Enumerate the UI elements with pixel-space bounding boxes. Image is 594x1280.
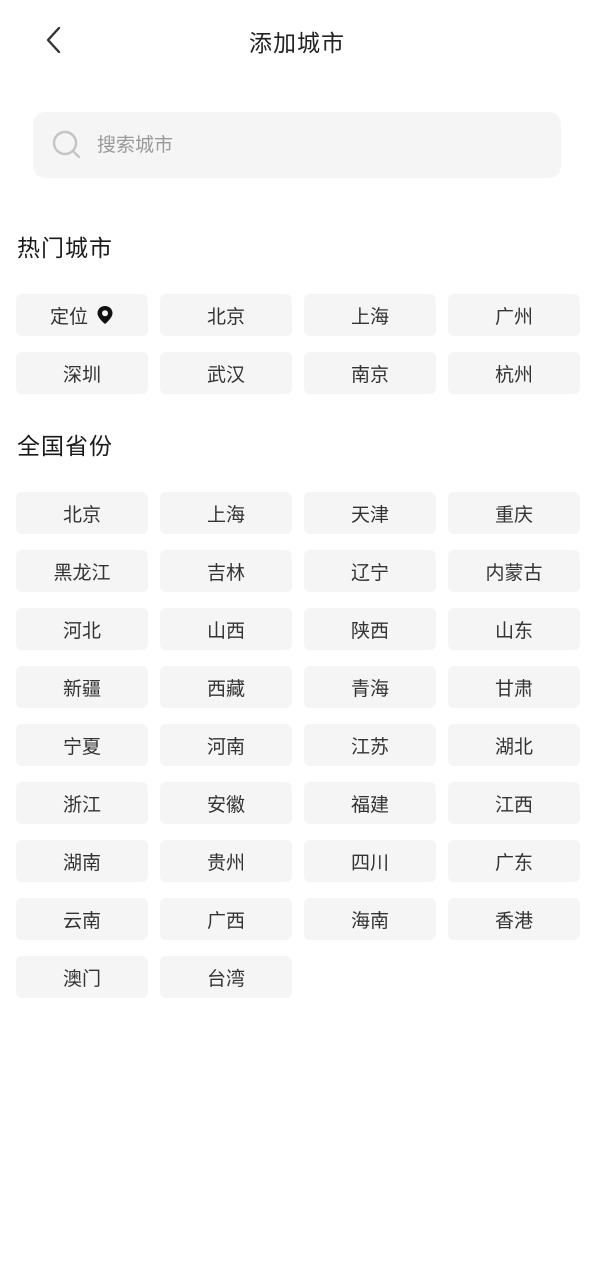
province-button[interactable]: 云南	[16, 898, 148, 940]
province-button[interactable]: 上海	[160, 492, 292, 534]
province-button[interactable]: 河北	[16, 608, 148, 650]
province-button[interactable]: 北京	[16, 492, 148, 534]
province-button[interactable]: 江西	[448, 782, 580, 824]
hot-city-button[interactable]: 深圳	[16, 352, 148, 394]
hot-cities-title: 热门城市	[17, 236, 113, 262]
hot-cities-grid: 定位 北京 上海 广州深圳 武汉 南京 杭州	[16, 294, 582, 394]
search-bar[interactable]	[33, 112, 561, 178]
province-button[interactable]: 陕西	[304, 608, 436, 650]
page-title: 添加城市	[249, 31, 345, 57]
provinces-title: 全国省份	[17, 434, 113, 460]
hot-city-button[interactable]: 广州	[448, 294, 580, 336]
province-button[interactable]: 湖北	[448, 724, 580, 766]
province-button[interactable]: 安徽	[160, 782, 292, 824]
province-button[interactable]: 黑龙江	[16, 550, 148, 592]
location-button[interactable]: 定位	[16, 294, 148, 336]
province-button[interactable]: 台湾	[160, 956, 292, 998]
province-button[interactable]: 湖南	[16, 840, 148, 882]
hot-city-button[interactable]: 北京	[160, 294, 292, 336]
map-pin-icon	[96, 305, 114, 325]
hot-city-button[interactable]: 武汉	[160, 352, 292, 394]
province-button[interactable]: 甘肃	[448, 666, 580, 708]
province-button[interactable]: 山东	[448, 608, 580, 650]
province-button[interactable]: 天津	[304, 492, 436, 534]
province-button[interactable]: 澳门	[16, 956, 148, 998]
province-button[interactable]: 江苏	[304, 724, 436, 766]
header-bar: 添加城市	[0, 0, 594, 82]
hot-city-button[interactable]: 上海	[304, 294, 436, 336]
province-button[interactable]: 辽宁	[304, 550, 436, 592]
province-button[interactable]: 四川	[304, 840, 436, 882]
province-button[interactable]: 海南	[304, 898, 436, 940]
search-input[interactable]	[97, 134, 517, 156]
province-button[interactable]: 福建	[304, 782, 436, 824]
province-button[interactable]: 吉林	[160, 550, 292, 592]
province-button[interactable]: 新疆	[16, 666, 148, 708]
province-button[interactable]: 广东	[448, 840, 580, 882]
province-button[interactable]: 贵州	[160, 840, 292, 882]
hot-city-button[interactable]: 南京	[304, 352, 436, 394]
search-icon	[52, 130, 82, 160]
province-button[interactable]: 山西	[160, 608, 292, 650]
province-button[interactable]: 内蒙古	[448, 550, 580, 592]
province-button[interactable]: 西藏	[160, 666, 292, 708]
province-button[interactable]: 青海	[304, 666, 436, 708]
province-button[interactable]: 河南	[160, 724, 292, 766]
province-button[interactable]: 浙江	[16, 782, 148, 824]
province-button[interactable]: 香港	[448, 898, 580, 940]
provinces-grid: 北京 上海 天津 重庆黑龙江 吉林 辽宁 内蒙古河北 山西 陕西 山东新疆 西藏 青海 甘肃宁夏 河南 江苏…	[16, 492, 582, 998]
province-button[interactable]: 广西	[160, 898, 292, 940]
province-button[interactable]: 重庆	[448, 492, 580, 534]
hot-city-button[interactable]: 杭州	[448, 352, 580, 394]
location-label: 定位	[49, 305, 88, 328]
province-button[interactable]: 宁夏	[16, 724, 148, 766]
